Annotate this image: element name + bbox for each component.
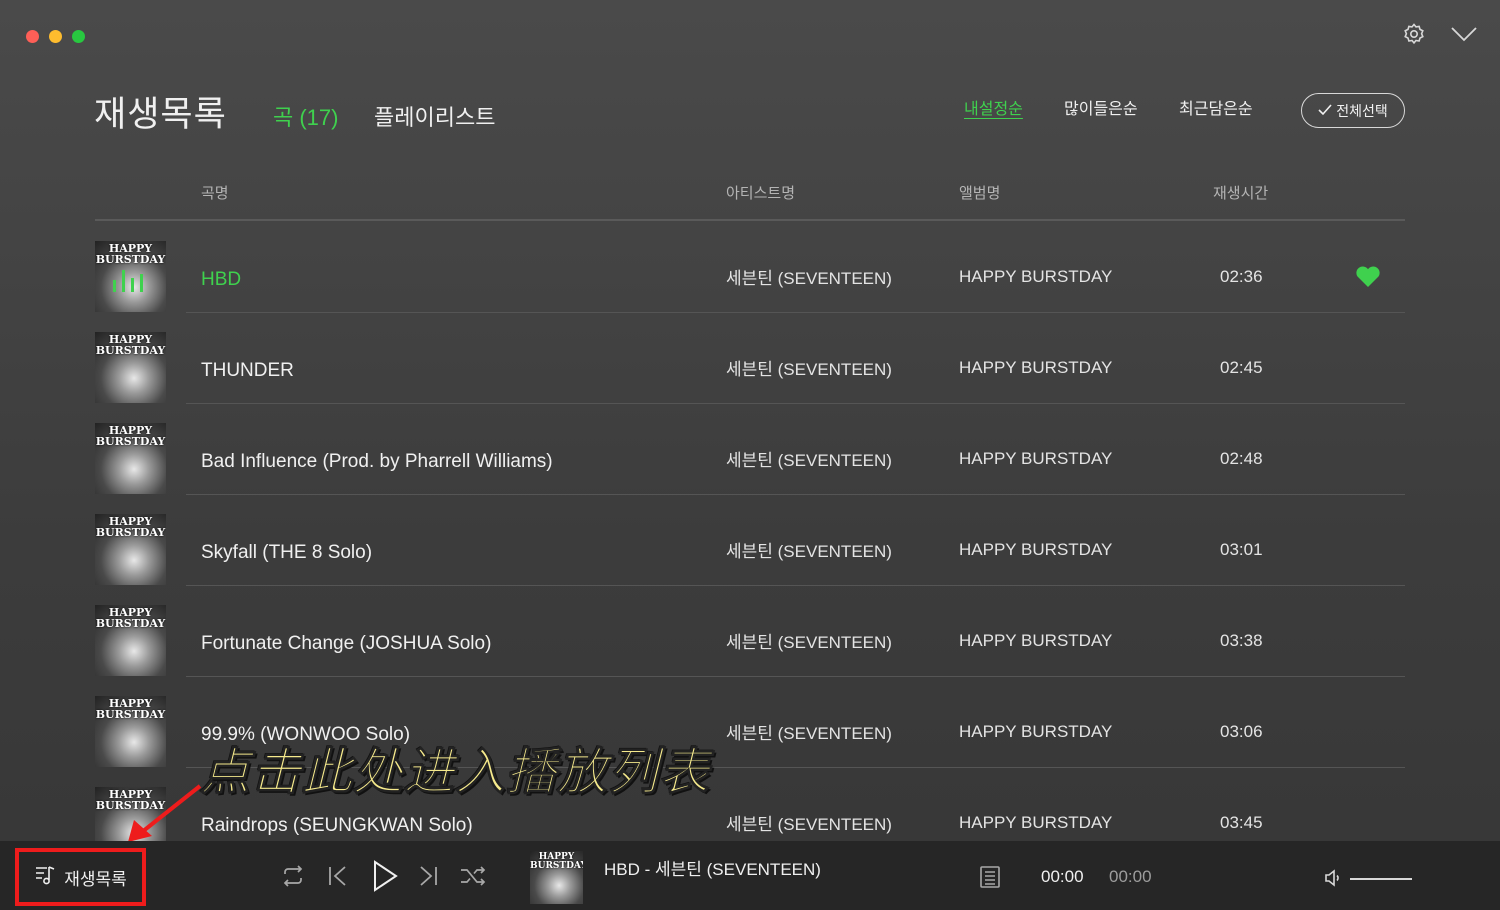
song-duration: 02:48 (1220, 449, 1263, 468)
volume-icon[interactable] (1323, 868, 1343, 893)
album-thumbnail: HAPPY BURSTDAY (95, 241, 166, 312)
song-row[interactable]: HAPPY BURSTDAY Skyfall (THE 8 Solo) 세븐틴 … (0, 494, 1500, 586)
sort-recently-added[interactable]: 최근담은순 (1179, 95, 1253, 119)
now-playing-title[interactable]: HBD - 세븐틴 (SEVENTEEN) (604, 855, 821, 880)
song-album[interactable]: HAPPY BURSTDAY (959, 267, 1112, 287)
album-art-text: HAPPY BURSTDAY (95, 333, 166, 357)
column-header-song: 곡명 (201, 185, 229, 202)
song-duration: 03:06 (1220, 722, 1263, 741)
song-artist[interactable]: 세븐틴 (SEVENTEEN) (726, 355, 892, 380)
song-title: HBD (201, 269, 242, 290)
equalizer-icon (113, 270, 143, 292)
album-thumbnail: HAPPY BURSTDAY (95, 423, 166, 494)
repeat-icon[interactable] (280, 863, 306, 894)
song-artist[interactable]: 세븐틴 (SEVENTEEN) (726, 446, 892, 471)
page-title: 재생목록 (94, 95, 227, 134)
album-thumbnail: HAPPY BURSTDAY (95, 696, 166, 767)
heart-icon[interactable] (1355, 266, 1381, 293)
song-title: Raindrops (SEUNGKWAN Solo) (201, 815, 473, 836)
column-header-duration: 재생시간 (1213, 185, 1269, 202)
player-bar: 재생목록 HAPPY BURSTDAY HBD - 세븐틴 (SEVENTEEN… (0, 841, 1500, 910)
sort-custom-order[interactable]: 내설정순 (964, 95, 1023, 119)
next-track-icon[interactable] (416, 863, 440, 894)
select-all-button[interactable]: 전체선택 (1301, 93, 1405, 128)
song-row[interactable]: HAPPY BURSTDAY THUNDER 세븐틴 (SEVENTEEN) H… (0, 312, 1500, 404)
sort-most-played[interactable]: 많이들은순 (1064, 95, 1138, 119)
song-duration: 03:45 (1220, 813, 1263, 832)
song-duration: 03:01 (1220, 540, 1263, 559)
playlist-button-label: 재생목록 (64, 869, 127, 889)
song-artist[interactable]: 세븐틴 (SEVENTEEN) (726, 810, 892, 835)
column-header-artist: 아티스트명 (726, 185, 796, 202)
play-icon[interactable] (370, 859, 400, 898)
song-row[interactable]: HAPPY BURSTDAY Fortunate Change (JOSHUA … (0, 585, 1500, 677)
previous-track-icon[interactable] (326, 863, 350, 894)
page-header: 재생목록 곡 (17) 플레이리스트 내설정순 많이들은순 최근담은순 전체선택 (94, 86, 1406, 136)
song-album[interactable]: HAPPY BURSTDAY (959, 631, 1112, 651)
chevron-down-icon[interactable] (1450, 24, 1478, 44)
song-album[interactable]: HAPPY BURSTDAY (959, 358, 1112, 378)
tab-playlists[interactable]: 플레이리스트 (374, 100, 495, 132)
album-thumbnail: HAPPY BURSTDAY (95, 514, 166, 585)
close-window-button[interactable] (26, 30, 39, 43)
lyrics-icon[interactable] (979, 865, 1001, 894)
song-album[interactable]: HAPPY BURSTDAY (959, 813, 1112, 833)
song-artist[interactable]: 세븐틴 (SEVENTEEN) (726, 264, 892, 289)
song-album[interactable]: HAPPY BURSTDAY (959, 449, 1112, 469)
song-artist[interactable]: 세븐틴 (SEVENTEEN) (726, 719, 892, 744)
song-album[interactable]: HAPPY BURSTDAY (959, 722, 1112, 742)
zoom-window-button[interactable] (72, 30, 85, 43)
song-title: THUNDER (201, 360, 294, 381)
song-title: Skyfall (THE 8 Solo) (201, 542, 373, 563)
album-art-text: HAPPY BURSTDAY (95, 606, 166, 630)
song-album[interactable]: HAPPY BURSTDAY (959, 540, 1112, 560)
album-art-text: HAPPY BURSTDAY (95, 424, 166, 448)
annotation-arrow-icon (120, 780, 210, 850)
total-time: 00:00 (1109, 867, 1152, 886)
album-thumbnail: HAPPY BURSTDAY (95, 332, 166, 403)
tutorial-annotation: 点击此处进入播放列表 (200, 743, 710, 802)
song-row[interactable]: HAPPY BURSTDAY HBD 세븐틴 (SEVENTEEN) HAPPY… (0, 221, 1500, 313)
minimize-window-button[interactable] (49, 30, 62, 43)
song-artist[interactable]: 세븐틴 (SEVENTEEN) (726, 628, 892, 653)
song-row[interactable]: HAPPY BURSTDAY Bad Influence (Prod. by P… (0, 403, 1500, 495)
playlist-button[interactable]: 재생목록 (15, 848, 146, 906)
song-title: Bad Influence (Prod. by Pharrell William… (201, 451, 553, 472)
album-art-text: HAPPY BURSTDAY (95, 515, 166, 539)
tab-songs[interactable]: 곡 (17) (273, 100, 338, 132)
album-art-text: HAPPY BURSTDAY (530, 852, 583, 871)
volume-slider[interactable] (1350, 878, 1412, 880)
album-thumbnail: HAPPY BURSTDAY (95, 605, 166, 676)
song-artist[interactable]: 세븐틴 (SEVENTEEN) (726, 537, 892, 562)
playlist-music-icon (34, 864, 56, 891)
top-right-toolbar (1402, 22, 1478, 46)
gear-icon[interactable] (1402, 22, 1426, 46)
column-header-album: 앨범명 (959, 185, 1001, 202)
song-duration: 02:45 (1220, 358, 1263, 377)
song-duration: 03:38 (1220, 631, 1263, 650)
current-time: 00:00 (1041, 867, 1084, 886)
shuffle-icon[interactable] (459, 863, 487, 894)
now-playing-thumbnail[interactable]: HAPPY BURSTDAY (530, 851, 583, 904)
song-duration: 02:36 (1220, 267, 1263, 286)
album-art-text: HAPPY BURSTDAY (95, 242, 166, 266)
album-art-text: HAPPY BURSTDAY (95, 697, 166, 721)
window-controls (26, 30, 85, 43)
song-title: Fortunate Change (JOSHUA Solo) (201, 633, 492, 654)
select-all-label: 전체선택 (1336, 102, 1388, 119)
check-icon (1318, 103, 1332, 119)
